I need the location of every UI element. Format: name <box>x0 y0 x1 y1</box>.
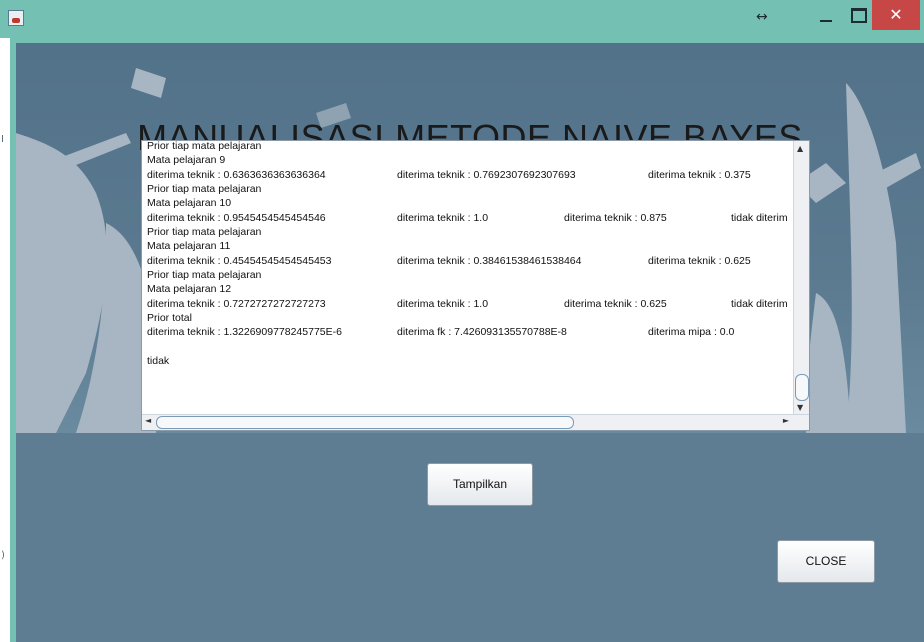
output-value: tidak diterim <box>731 212 788 224</box>
output-line: Mata pelajaran 10 <box>147 197 232 209</box>
scroll-right-icon[interactable]: ► <box>783 416 789 425</box>
output-value: diterima teknik : 0.375 <box>648 169 751 181</box>
vertical-scroll-thumb[interactable] <box>795 374 809 401</box>
output-value: diterima teknik : 0.38461538461538464 <box>397 255 582 267</box>
output-value: diterima teknik : 0.625 <box>648 255 751 267</box>
output-value: diterima teknik : 0.7692307692307693 <box>397 169 576 181</box>
output-textarea[interactable]: Prior tiap mata pelajaran Mata pelajaran… <box>141 140 810 431</box>
close-button[interactable]: CLOSE <box>777 540 875 583</box>
output-line: diterima teknik : 0.9545454545454546 <box>147 212 326 224</box>
edge-mark: I <box>1 134 4 145</box>
window-close-button[interactable]: ✕ <box>872 0 920 30</box>
output-line: diterima teknik : 0.6363636363636364 <box>147 169 326 181</box>
tampilkan-button[interactable]: Tampilkan <box>427 463 533 506</box>
output-line: diterima teknik : 0.45454545454545453 <box>147 255 332 267</box>
maximize-button[interactable] <box>844 3 872 27</box>
output-line: Prior total <box>147 312 192 324</box>
output-value: diterima teknik : 1.0 <box>397 298 489 310</box>
scroll-up-icon[interactable]: ▲ <box>797 144 803 153</box>
output-value: diterima fk : 7.426093135570788E-8 <box>397 326 567 338</box>
background-window-edge: I ) <box>0 38 10 642</box>
output-line: Mata pelajaran 9 <box>147 154 226 166</box>
java-cup-icon[interactable] <box>8 10 24 26</box>
output-line: Prior tiap mata pelajaran <box>147 141 262 152</box>
output-line: Mata pelajaran 11 <box>147 240 231 252</box>
output-line: diterima teknik : 1.3226909778245775E-6 <box>147 326 342 338</box>
minimize-button[interactable] <box>812 3 840 27</box>
window-titlebar[interactable]: ↔ ✕ <box>0 0 924 38</box>
output-line: diterima teknik : 0.7272727272727273 <box>147 298 326 310</box>
edge-mark: ) <box>1 550 5 561</box>
vertical-scrollbar[interactable]: ▲ ▼ <box>793 141 809 415</box>
output-value: diterima teknik : 1.0 <box>397 212 489 224</box>
output-line: Prior tiap mata pelajaran <box>147 226 262 238</box>
output-value: diterima teknik : 0.875 <box>564 212 667 224</box>
output-value: tidak diterim <box>731 298 788 310</box>
horizontal-scrollbar[interactable]: ◄ ► <box>142 414 809 430</box>
output-text: Prior tiap mata pelajaran Mata pelajaran… <box>142 141 794 415</box>
resize-icon[interactable]: ↔ <box>756 9 768 25</box>
scroll-left-icon[interactable]: ◄ <box>145 416 151 425</box>
output-line: Prior tiap mata pelajaran <box>147 183 262 195</box>
output-value: diterima teknik : 0.625 <box>564 298 667 310</box>
output-line: Prior tiap mata pelajaran <box>147 269 262 281</box>
scroll-down-icon[interactable]: ▼ <box>797 403 803 412</box>
horizontal-scroll-thumb[interactable] <box>156 416 574 429</box>
output-value: diterima mipa : 0.0 <box>648 326 735 338</box>
output-line: tidak <box>147 355 170 367</box>
output-line: Mata pelajaran 12 <box>147 283 232 295</box>
